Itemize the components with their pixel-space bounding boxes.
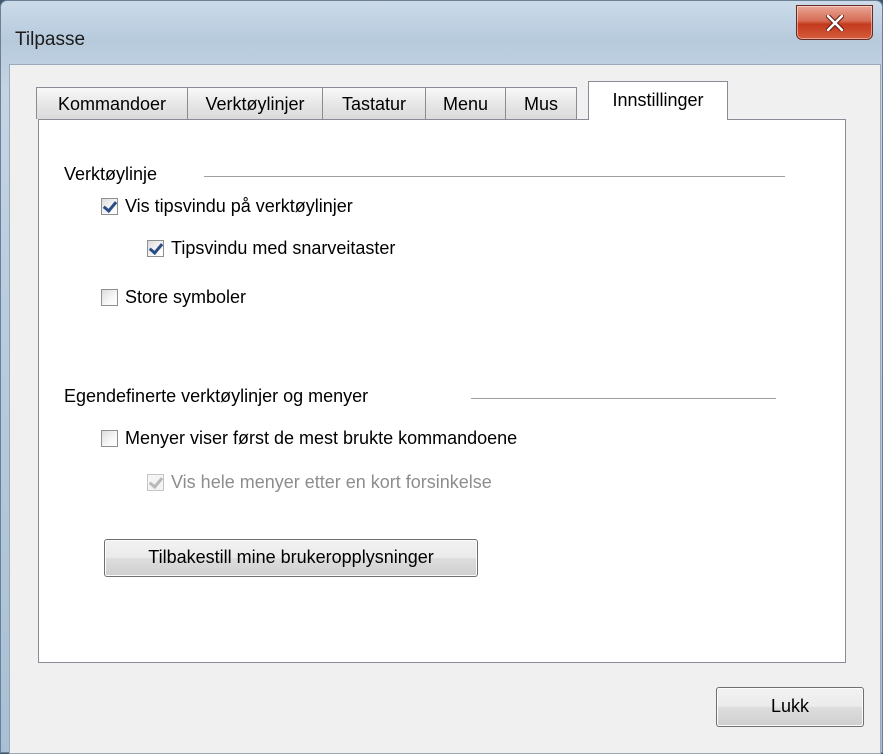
tab-innstillinger[interactable]: Innstillinger bbox=[588, 81, 728, 120]
reset-user-data-button[interactable]: Tilbakestill mine brukeropplysninger bbox=[104, 539, 478, 577]
recent-commands-option[interactable]: Menyer viser først de mest brukte komman… bbox=[101, 428, 517, 449]
full-menus-delay-checkbox bbox=[147, 474, 164, 491]
recent-commands-label: Menyer viser først de mest brukte komman… bbox=[125, 428, 518, 448]
show-tooltips-label: Vis tipsvindu på verktøylinjer bbox=[125, 196, 353, 216]
tab-mus[interactable]: Mus bbox=[505, 87, 577, 119]
large-icons-label: Store symboler bbox=[125, 287, 247, 307]
custom-group-heading: Egendefinerte verktøylinjer og menyer bbox=[64, 386, 369, 406]
custom-group-divider bbox=[471, 398, 776, 399]
tab-tastatur[interactable]: Tastatur bbox=[322, 87, 426, 119]
tab-kommandoer[interactable]: Kommandoer bbox=[36, 87, 188, 119]
settings-panel: Verktøylinje Vis tipsvindu på verktøylin… bbox=[38, 119, 846, 663]
close-button[interactable]: Lukk bbox=[716, 687, 864, 727]
show-tooltips-checkbox[interactable] bbox=[101, 198, 118, 215]
tab-menu[interactable]: Menu bbox=[425, 87, 506, 119]
close-x-icon bbox=[826, 15, 844, 31]
full-menus-delay-option: Vis hele menyer etter en kort forsinkels… bbox=[147, 472, 492, 493]
toolbar-group-divider bbox=[204, 176, 785, 177]
dialog-window: Tilpasse Kommandoer Verktøylinjer Tastat… bbox=[0, 0, 883, 754]
window-close-button[interactable] bbox=[796, 5, 873, 40]
large-icons-checkbox[interactable] bbox=[101, 289, 118, 306]
tooltips-shortcuts-checkbox[interactable] bbox=[147, 240, 164, 257]
large-icons-option[interactable]: Store symboler bbox=[101, 287, 246, 308]
tooltips-shortcuts-option[interactable]: Tipsvindu med snarveitaster bbox=[147, 238, 395, 259]
toolbar-group-heading: Verktøylinje bbox=[64, 164, 158, 184]
tab-verktoylinjer[interactable]: Verktøylinjer bbox=[187, 87, 323, 119]
full-menus-delay-label: Vis hele menyer etter en kort forsinkels… bbox=[171, 472, 492, 492]
dialog-client-area: Kommandoer Verktøylinjer Tastatur Menu M… bbox=[9, 64, 881, 754]
recent-commands-checkbox[interactable] bbox=[101, 430, 118, 447]
tooltips-shortcuts-label: Tipsvindu med snarveitaster bbox=[171, 238, 396, 258]
window-title: Tilpasse bbox=[15, 29, 86, 50]
show-tooltips-option[interactable]: Vis tipsvindu på verktøylinjer bbox=[101, 196, 353, 217]
